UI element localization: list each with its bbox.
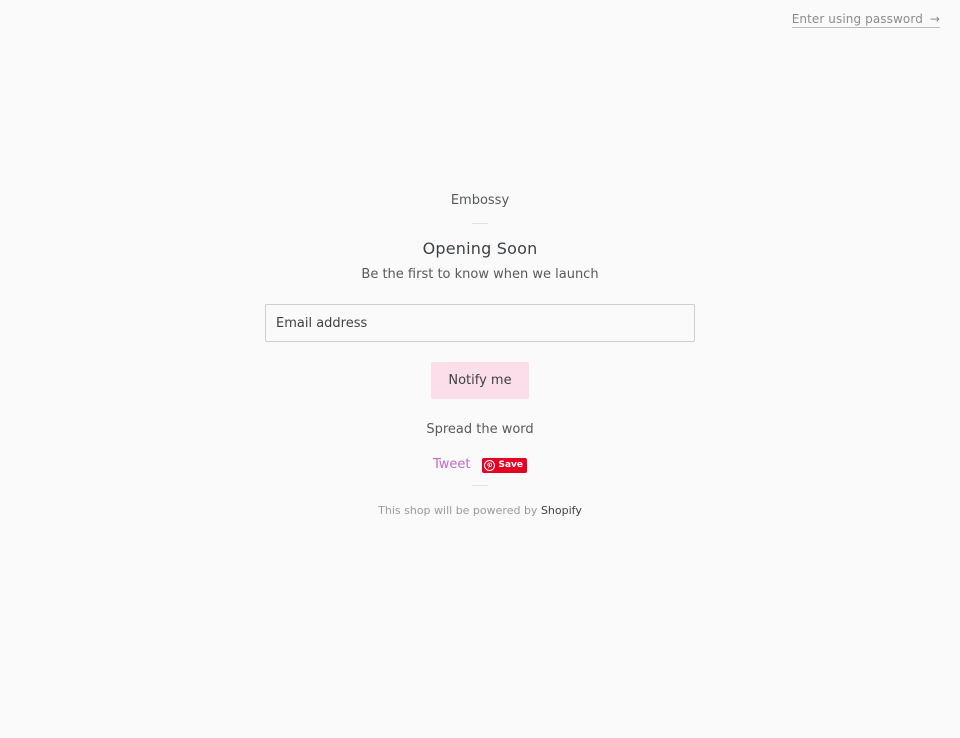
powered-by-text: This shop will be powered by Shopify (0, 503, 960, 519)
arrow-right-icon: → (929, 12, 940, 26)
pinterest-save-label: Save (498, 460, 524, 470)
enter-password-label: Enter using password (791, 12, 923, 26)
spread-the-word-label: Spread the word (426, 422, 534, 437)
page-title: Opening Soon (422, 239, 538, 258)
pinterest-icon (484, 459, 496, 471)
share-buttons: Tweet Save (0, 456, 960, 474)
footer-divider (472, 485, 488, 486)
divider (472, 223, 488, 224)
tweet-link[interactable]: Tweet (433, 456, 471, 474)
page-subtitle: Be the first to know when we launch (361, 267, 599, 282)
pinterest-save-button[interactable]: Save (482, 457, 528, 473)
shop-name: Embossy (450, 193, 510, 208)
enter-password-link[interactable]: Enter using password → (791, 12, 940, 28)
main-content: Embossy Opening Soon Be the first to kno… (0, 192, 960, 519)
powered-by-prefix: This shop will be powered by (378, 504, 538, 517)
password-page: Enter using password → Embossy Opening S… (0, 0, 960, 738)
shopify-link[interactable]: Shopify (541, 504, 582, 517)
email-field[interactable] (265, 304, 695, 342)
notify-me-button[interactable]: Notify me (431, 362, 529, 399)
